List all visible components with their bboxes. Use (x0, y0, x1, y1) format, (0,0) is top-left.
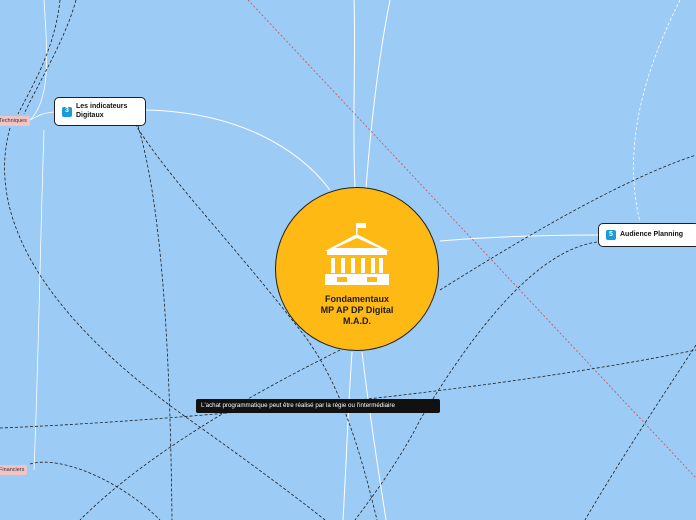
connector-solid (365, 0, 391, 189)
tag-techniques[interactable]: Techniques (0, 116, 30, 126)
connector-dashed (79, 349, 341, 520)
connector-dashed (4, 127, 326, 520)
connector-solid (353, 0, 356, 189)
connector-dashed-white (633, 0, 681, 223)
connector-dashed (137, 125, 173, 520)
central-title-line: MP AP DP Digital (320, 305, 394, 315)
topic-label-line: Digitaux (76, 111, 104, 119)
connector-solid (33, 129, 45, 471)
connector-solid (145, 109, 331, 191)
central-topic[interactable]: Fondamentaux MP AP DP Digital M.A.D. (275, 187, 439, 351)
topic-label-line: Les indicateurs (76, 103, 128, 110)
number-badge: 5 (606, 230, 616, 240)
note-tooltip: L'achat programmatique peut être réalisé… (196, 399, 440, 413)
connector-solid (439, 234, 599, 242)
topic-audience-planning[interactable]: 5 Audience Planning (598, 223, 696, 247)
connector-dashed (17, 0, 61, 115)
central-title-line: M.A.D. (343, 316, 371, 326)
connector-solid (342, 351, 353, 520)
connector-dashed (584, 344, 696, 520)
central-title: Fondamentaux MP AP DP Digital M.A.D. (286, 294, 428, 327)
topic-indicateurs-digitaux[interactable]: 3 Les indicateurs Digitaux (54, 97, 146, 126)
central-title-line: Fondamentaux (324, 294, 389, 304)
bank-building-icon (325, 223, 389, 285)
tag-financiers[interactable]: Financiers (0, 465, 28, 475)
topic-label: Audience Planning (620, 230, 684, 238)
connector-dashed (29, 461, 161, 520)
topic-label: Les indicateurs Digitaux (76, 103, 127, 120)
number-badge: 3 (62, 106, 72, 117)
